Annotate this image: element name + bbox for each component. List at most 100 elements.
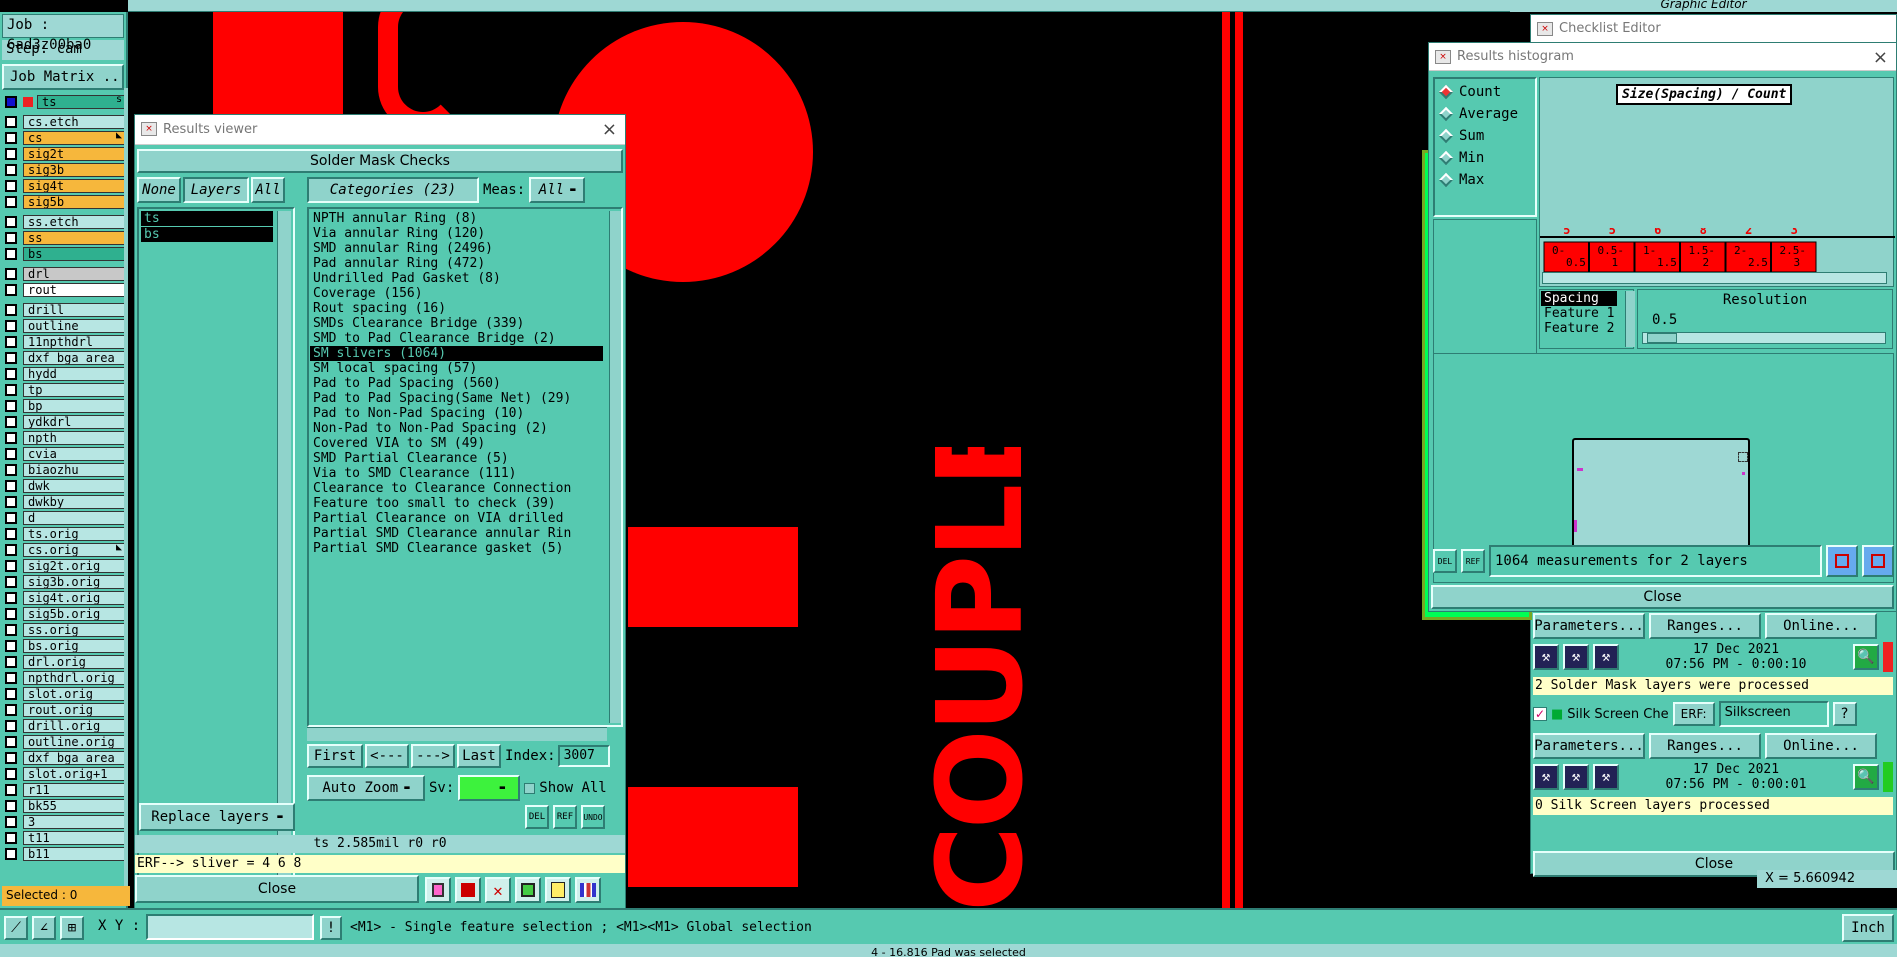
layer-row[interactable]: cs.etch xyxy=(2,114,126,130)
category-item[interactable]: Non-Pad to Non-Pad Spacing (2) xyxy=(310,421,603,436)
layers-scrollbar[interactable] xyxy=(277,211,291,881)
layer-checkbox[interactable] xyxy=(5,304,17,316)
category-item[interactable]: Partial SMD Clearance gasket (5) xyxy=(310,541,603,556)
layer-row[interactable]: sig3b.orig xyxy=(2,574,126,590)
last-button[interactable]: Last xyxy=(457,744,501,768)
layer-name[interactable]: bs.orig xyxy=(23,639,126,653)
layer-checkbox[interactable] xyxy=(5,432,17,444)
layer-checkbox[interactable] xyxy=(5,800,17,812)
layer-name[interactable]: cs xyxy=(23,131,126,145)
job-matrix-button[interactable]: Job Matrix ... xyxy=(2,64,124,90)
layer-name[interactable]: ts.orig xyxy=(23,527,126,541)
layer-row[interactable]: drl xyxy=(2,266,126,282)
layer-row[interactable]: cvia xyxy=(2,446,126,462)
measure-item[interactable]: Feature 1 xyxy=(1541,306,1632,321)
ref-button[interactable]: REF xyxy=(553,805,577,829)
measure-tool-icon[interactable]: ∠ xyxy=(32,916,56,940)
measure-list[interactable]: Spacing Feature 1 Feature 2 xyxy=(1539,289,1634,349)
layer-row[interactable]: dwk xyxy=(2,478,126,494)
category-item[interactable]: SM local spacing (57) xyxy=(310,361,603,376)
chart-scrollbar[interactable] xyxy=(1542,272,1887,284)
layer-name[interactable]: b11 xyxy=(23,847,126,861)
meas-select[interactable]: All ▬ xyxy=(529,177,586,203)
layer-row[interactable]: sig5b xyxy=(2,194,126,210)
help-button[interactable]: ? xyxy=(1832,702,1857,726)
close-icon[interactable]: × xyxy=(602,119,617,140)
layer-name[interactable]: hydd xyxy=(23,367,126,381)
layer-row[interactable]: biaozhu xyxy=(2,462,126,478)
export-icon[interactable] xyxy=(1826,545,1858,577)
layer-checkbox[interactable] xyxy=(5,784,17,796)
results-viewer-titlebar[interactable]: × Results viewer × xyxy=(135,115,625,145)
layer-name[interactable]: bp xyxy=(23,399,126,413)
layer-checkbox[interactable] xyxy=(5,640,17,652)
category-item[interactable]: Partial Clearance on VIA drilled xyxy=(310,511,603,526)
category-item[interactable]: NPTH annular Ring (8) xyxy=(310,211,603,226)
layer-checkbox[interactable] xyxy=(5,384,17,396)
layer-name[interactable]: bs xyxy=(23,247,126,261)
layer-row[interactable]: cs ◣ xyxy=(2,130,126,146)
layer-row[interactable]: hydd xyxy=(2,366,126,382)
layer-name[interactable]: sig4t.orig xyxy=(23,591,126,605)
layer-name[interactable]: outline xyxy=(23,319,126,333)
erf-field[interactable]: Silkscreen xyxy=(1718,701,1829,727)
zoom-icon[interactable]: 🔍 xyxy=(1853,644,1879,670)
layer-row[interactable]: drill.orig xyxy=(2,718,126,734)
layer-row[interactable]: tp xyxy=(2,382,126,398)
category-item[interactable]: Pad annular Ring (472) xyxy=(310,256,603,271)
category-item[interactable]: Pad to Pad Spacing (560) xyxy=(310,376,603,391)
category-item[interactable]: SMD Partial Clearance (5) xyxy=(310,451,603,466)
layer-name[interactable]: slot.orig xyxy=(23,687,126,701)
layer-checkbox[interactable] xyxy=(5,768,17,780)
run-icon[interactable]: ⚒ xyxy=(1593,764,1619,790)
layer-row[interactable]: rout xyxy=(2,282,126,298)
layer-checkbox[interactable] xyxy=(5,480,17,492)
import-icon[interactable] xyxy=(1862,545,1894,577)
slider-thumb[interactable] xyxy=(1647,333,1677,343)
layer-name[interactable]: ts xyxy=(37,95,126,109)
category-item[interactable]: Via to SMD Clearance (111) xyxy=(310,466,603,481)
layer-row[interactable]: d xyxy=(2,510,126,526)
ranges-button[interactable]: Ranges... xyxy=(1649,733,1761,759)
category-item[interactable]: SMDs Clearance Bridge (339) xyxy=(310,316,603,331)
auto-zoom-select[interactable]: Auto Zoom ▬ xyxy=(307,775,425,801)
layer-row[interactable]: sig5b.orig xyxy=(2,606,126,622)
layer-checkbox[interactable] xyxy=(5,448,17,460)
layers-button[interactable]: Layers xyxy=(183,177,249,203)
layer-scrollbar[interactable] xyxy=(124,88,128,888)
layer-checkbox[interactable] xyxy=(5,464,17,476)
layer-name[interactable]: d xyxy=(23,511,126,525)
first-button[interactable]: First xyxy=(307,744,363,768)
category-item[interactable]: Undrilled Pad Gasket (8) xyxy=(310,271,603,286)
layer-checkbox[interactable] xyxy=(5,400,17,412)
layer-name[interactable]: sig4t xyxy=(23,179,126,193)
layer-row[interactable]: drl.orig xyxy=(2,654,126,670)
layer-checkbox[interactable] xyxy=(5,704,17,716)
layer-row[interactable]: bk55 xyxy=(2,798,126,814)
layer-checkbox[interactable] xyxy=(5,832,17,844)
categories-hscrollbar[interactable] xyxy=(307,727,607,741)
layer-row[interactable]: bs.orig xyxy=(2,638,126,654)
layer-name[interactable]: slot.orig+1 xyxy=(23,767,126,781)
online-button[interactable]: Online... xyxy=(1765,613,1877,639)
layer-checkbox[interactable] xyxy=(5,544,17,556)
run-icon[interactable]: ⚒ xyxy=(1563,644,1589,670)
online-button[interactable]: Online... xyxy=(1765,733,1877,759)
categories-listbox[interactable]: NPTH annular Ring (8) Via annular Ring (1… xyxy=(307,207,623,727)
cross-icon[interactable]: ✕ xyxy=(485,877,511,903)
histogram-titlebar[interactable]: × Results histogram × xyxy=(1429,43,1896,71)
layer-row[interactable]: cs.orig ◣ xyxy=(2,542,126,558)
layer-row[interactable]: outline.orig xyxy=(2,734,126,750)
layer-name[interactable]: bk55 xyxy=(23,799,126,813)
histogram-icon[interactable] xyxy=(575,877,601,903)
layer-row[interactable]: bs xyxy=(2,246,126,262)
layer-row[interactable]: ss.etch xyxy=(2,214,126,230)
layer-row[interactable]: 3 xyxy=(2,814,126,830)
layer-name[interactable]: drl xyxy=(23,267,126,281)
layer-checkbox[interactable] xyxy=(5,720,17,732)
layer-checkbox[interactable] xyxy=(5,608,17,620)
mode-radio-min[interactable]: Min xyxy=(1437,147,1533,169)
replace-layers-select[interactable]: Replace layers ▬ xyxy=(139,803,295,831)
checklist-titlebar[interactable]: × Checklist Editor xyxy=(1531,15,1896,43)
layer-checkbox[interactable] xyxy=(5,416,17,428)
